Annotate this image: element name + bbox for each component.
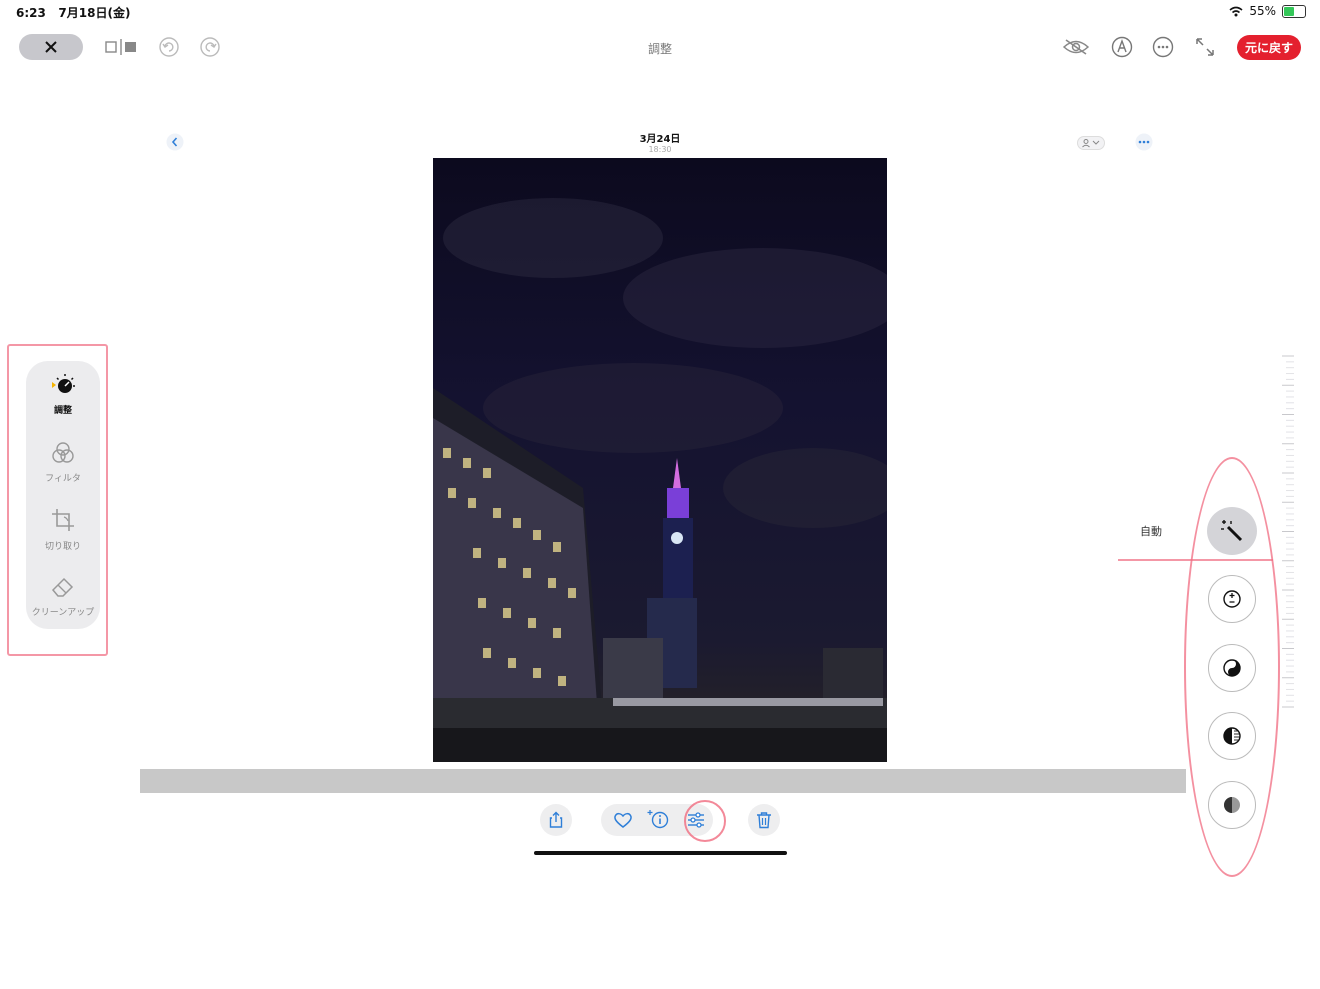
status-indicators: 55% (1229, 4, 1306, 18)
markup-button[interactable] (1110, 36, 1134, 58)
status-time: 6:23 7月18日(金) (16, 6, 131, 20)
auto-label: 自動 (1140, 525, 1162, 538)
adjustment-ruler[interactable] (1282, 355, 1294, 710)
eye-slash-icon (1062, 39, 1090, 55)
chevron-left-icon (166, 133, 184, 151)
expand-arrows-icon (1196, 38, 1214, 56)
redo-button[interactable] (198, 36, 222, 58)
close-button[interactable] (19, 34, 83, 60)
annotation-circle-edit (684, 800, 726, 842)
markup-pen-icon (1111, 36, 1133, 58)
delete-button[interactable] (748, 804, 780, 836)
favorite-button[interactable] (613, 811, 633, 833)
redo-icon (200, 37, 220, 57)
filmstrip-bar[interactable] (140, 769, 1186, 793)
photo-date: 3月24日 (639, 134, 681, 145)
night-city-photo (433, 198, 887, 762)
back-button[interactable] (166, 133, 184, 155)
ellipsis-icon (1135, 133, 1153, 151)
compare-button[interactable] (104, 36, 138, 58)
trash-icon (757, 812, 771, 829)
share-icon (549, 811, 563, 828)
info-button[interactable] (647, 809, 669, 833)
photo-time: 18:30 (648, 145, 672, 154)
heart-icon (614, 812, 632, 828)
photo-canvas[interactable] (433, 158, 887, 762)
revert-button[interactable]: 元に戻す (1237, 35, 1301, 60)
undo-icon (159, 37, 179, 57)
person-chevron-icon (1077, 136, 1105, 150)
hide-button[interactable] (1062, 36, 1090, 58)
annotation-highlight-tools (7, 344, 108, 656)
status-date: 7月18日(金) (58, 6, 131, 20)
more-options-button[interactable] (1151, 36, 1175, 58)
people-menu-button[interactable] (1077, 135, 1105, 154)
annotation-highlight-adjustments (1184, 457, 1280, 877)
close-icon (45, 41, 57, 53)
battery-percent: 55% (1249, 4, 1276, 18)
info-sparkle-icon (647, 810, 669, 829)
photo-more-button[interactable] (1135, 133, 1153, 155)
split-compare-icon (105, 39, 136, 55)
battery-icon (1282, 4, 1306, 18)
page-title: 調整 (647, 42, 672, 56)
home-indicator (534, 851, 787, 855)
ellipsis-circle-icon (1152, 36, 1174, 58)
wifi-icon (1229, 6, 1243, 16)
share-button[interactable] (540, 804, 572, 836)
expand-button[interactable] (1193, 36, 1217, 58)
undo-button[interactable] (157, 36, 181, 58)
